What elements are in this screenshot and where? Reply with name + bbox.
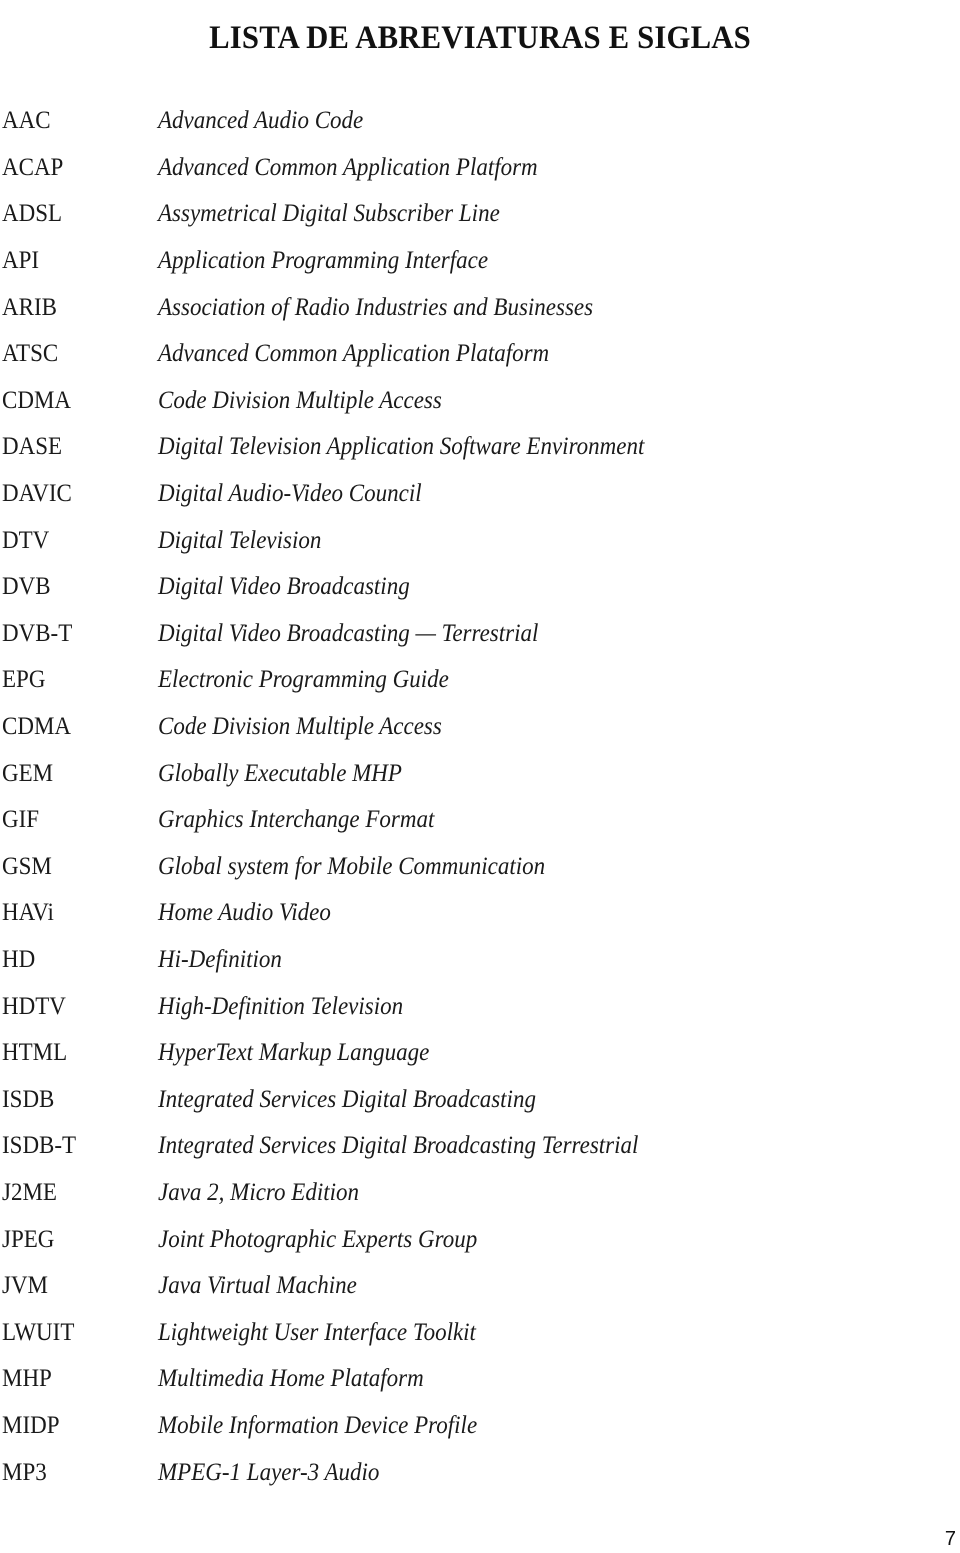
abbreviation-row: CDMA Code Division Multiple Access — [2, 704, 942, 751]
abbreviation-row: HD Hi-Definition — [2, 937, 942, 984]
abbreviation-definition: Integrated Services Digital Broadcasting… — [158, 1132, 639, 1160]
abbreviation-row: JVM Java Virtual Machine — [2, 1263, 942, 1310]
abbreviation-term: HAVi — [2, 899, 54, 927]
abbreviation-definition: Electronic Programming Guide — [158, 666, 449, 694]
abbreviation-definition: Java Virtual Machine — [158, 1272, 357, 1300]
abbreviation-definition: Multimedia Home Plataform — [158, 1365, 424, 1393]
abbreviation-definition: Lightweight User Interface Toolkit — [158, 1318, 476, 1346]
abbreviation-term: JPEG — [2, 1225, 55, 1253]
abbreviation-definition: Advanced Audio Code — [158, 107, 364, 135]
abbreviation-term: ATSC — [2, 340, 59, 368]
abbreviation-term: MP3 — [2, 1458, 47, 1486]
page-number: 7 — [944, 1528, 956, 1550]
abbreviation-term: LWUIT — [2, 1318, 75, 1346]
abbreviation-row: ARIB Association of Radio Industries and … — [2, 284, 942, 331]
abbreviation-definition: Hi-Definition — [158, 945, 282, 973]
abbreviation-row: DASE Digital Television Application Softw… — [2, 424, 942, 471]
abbreviation-term: DTV — [2, 526, 50, 554]
abbreviation-term: J2ME — [2, 1178, 57, 1206]
abbreviation-definition: MPEG-1 Layer-3 Audio — [158, 1458, 380, 1486]
abbreviation-term: ISDB-T — [2, 1132, 77, 1160]
abbreviation-row: MP3 MPEG-1 Layer-3 Audio — [2, 1449, 942, 1496]
abbreviation-definition: Home Audio Video — [158, 899, 331, 927]
abbreviation-row: DAVIC Digital Audio-Video Council — [2, 471, 942, 518]
abbreviation-row: HAVi Home Audio Video — [2, 890, 942, 937]
abbreviation-row: ISDB-T Integrated Services Digital Broadc… — [2, 1123, 942, 1170]
abbreviation-definition: Code Division Multiple Access — [158, 386, 442, 414]
abbreviation-definition: Digital Television — [158, 526, 322, 554]
abbreviation-row: MHP Multimedia Home Plataform — [2, 1356, 942, 1403]
abbreviation-definition: Graphics Interchange Format — [158, 806, 435, 834]
abbreviation-row: MIDP Mobile Information Device Profile — [2, 1403, 942, 1450]
abbreviation-definition: Digital Television Application Software … — [158, 433, 645, 461]
abbreviation-term: MIDP — [2, 1411, 60, 1439]
abbreviation-row: API Application Programming Interface — [2, 238, 942, 285]
abbreviation-term: EPG — [2, 666, 46, 694]
abbreviation-definition: Association of Radio Industries and Busi… — [158, 293, 594, 321]
abbreviation-row: GEM Globally Executable MHP — [2, 750, 942, 797]
abbreviation-row: ISDB Integrated Services Digital Broadcas… — [2, 1076, 942, 1123]
abbreviation-row: LWUIT Lightweight User Interface Toolkit — [2, 1309, 942, 1356]
abbreviation-definition: Integrated Services Digital Broadcasting — [158, 1085, 536, 1113]
abbreviation-term: DVB-T — [2, 619, 73, 647]
abbreviation-row: ACAP Advanced Common Application Platform — [2, 145, 942, 192]
abbreviation-definition: HyperText Markup Language — [158, 1039, 430, 1067]
abbreviation-term: DAVIC — [2, 480, 72, 508]
abbreviation-term: ADSL — [2, 200, 63, 228]
abbreviation-definition: Digital Audio-Video Council — [158, 480, 422, 508]
abbreviation-definition: Application Programming Interface — [158, 247, 489, 275]
abbreviation-definition: Advanced Common Application Platform — [158, 153, 538, 181]
abbreviation-definition: Assymetrical Digital Subscriber Line — [158, 200, 500, 228]
abbreviation-term: DVB — [2, 573, 51, 601]
abbreviation-row: CDMA Code Division Multiple Access — [2, 378, 942, 425]
abbreviation-row: DVB Digital Video Broadcasting — [2, 564, 942, 611]
abbreviation-row: DTV Digital Television — [2, 517, 942, 564]
abbreviation-row: HDTV High-Definition Television — [2, 983, 942, 1030]
abbreviation-row: AAC Advanced Audio Code — [2, 98, 942, 145]
abbreviation-definition: Globally Executable MHP — [158, 759, 402, 787]
abbreviation-term: CDMA — [2, 386, 72, 414]
abbreviation-row: ATSC Advanced Common Application Platafor… — [2, 331, 942, 378]
abbreviation-term: ISDB — [2, 1085, 55, 1113]
abbreviation-row: GIF Graphics Interchange Format — [2, 797, 942, 844]
abbreviation-term: HTML — [2, 1039, 68, 1067]
abbreviation-term: GIF — [2, 806, 40, 834]
abbreviation-list: AAC Advanced Audio Code ACAP Advanced Commo… — [2, 98, 942, 1496]
abbreviation-row: DVB-T Digital Video Broadcasting — Terres… — [2, 611, 942, 658]
abbreviation-definition: Java 2, Micro Edition — [158, 1178, 360, 1206]
abbreviation-term: ACAP — [2, 153, 64, 181]
abbreviation-term: GEM — [2, 759, 54, 787]
abbreviation-term: ARIB — [2, 293, 57, 321]
abbreviation-row: J2ME Java 2, Micro Edition — [2, 1170, 942, 1217]
abbreviation-term: JVM — [2, 1272, 49, 1300]
abbreviation-definition: Global system for Mobile Communication — [158, 852, 546, 880]
abbreviation-definition: Joint Photographic Experts Group — [158, 1225, 478, 1253]
abbreviation-row: EPG Electronic Programming Guide — [2, 657, 942, 704]
abbreviation-row: JPEG Joint Photographic Experts Group — [2, 1216, 942, 1263]
abbreviation-term: MHP — [2, 1365, 52, 1393]
abbreviation-term: DASE — [2, 433, 63, 461]
abbreviation-term: GSM — [2, 852, 52, 880]
abbreviation-row: ADSL Assymetrical Digital Subscriber Line — [2, 191, 942, 238]
abbreviation-row: GSM Global system for Mobile Communicatio… — [2, 844, 942, 891]
abbreviation-term: AAC — [2, 107, 51, 135]
abbreviation-term: CDMA — [2, 713, 72, 741]
abbreviation-term: API — [2, 247, 40, 275]
abbreviation-definition: Advanced Common Application Plataform — [158, 340, 550, 368]
abbreviation-definition: High-Definition Television — [158, 992, 404, 1020]
abbreviation-term: HDTV — [2, 992, 66, 1020]
abbreviation-row: HTML HyperText Markup Language — [2, 1030, 942, 1077]
abbreviation-definition: Digital Video Broadcasting — [158, 573, 410, 601]
page-title: LISTA DE ABREVIATURAS E SIGLAS — [209, 20, 751, 57]
abbreviation-definition: Mobile Information Device Profile — [158, 1411, 478, 1439]
abbreviation-definition: Code Division Multiple Access — [158, 713, 442, 741]
abbreviation-definition: Digital Video Broadcasting — Terrestrial — [158, 619, 539, 647]
abbreviation-term: HD — [2, 945, 36, 973]
